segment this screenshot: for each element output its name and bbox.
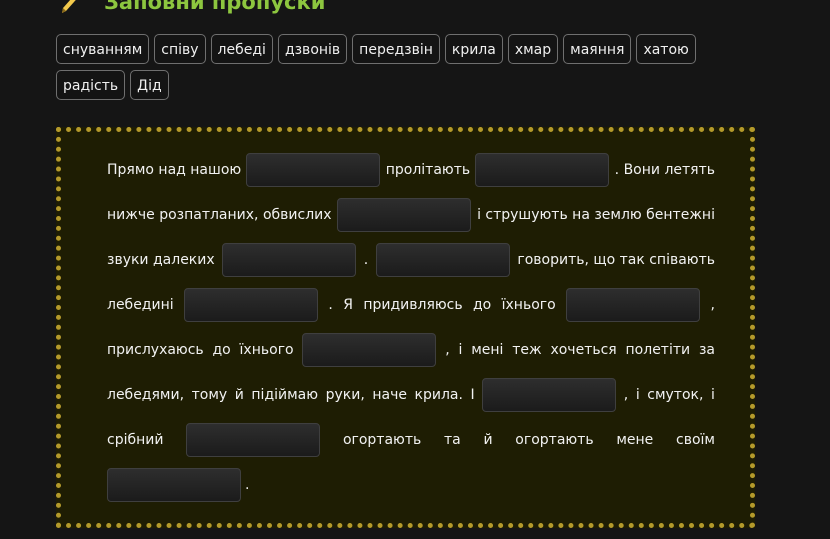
text-segment: нижче розпатланих, обвислих xyxy=(107,207,332,223)
text-segment: лебедями, xyxy=(107,387,185,403)
text-segment: наче xyxy=(372,387,407,403)
text-segment: їхнього xyxy=(501,297,556,313)
word-chip[interactable]: маяння xyxy=(563,34,632,64)
word-chip[interactable]: Дід xyxy=(130,70,169,100)
text-line: нижче розпатланих, обвислих і струшують … xyxy=(107,197,715,233)
text-segment: , xyxy=(623,387,629,403)
text-segment: огортають xyxy=(515,432,594,448)
text-segment: говорить, що так співають xyxy=(517,252,715,268)
blank-slot[interactable] xyxy=(107,468,241,502)
text-segment: і xyxy=(711,387,715,403)
text-segment: й xyxy=(234,387,244,403)
text-segment: смуток, xyxy=(647,387,704,403)
text-line: лебедині . Я придивляюсь до їхнього , xyxy=(107,287,715,323)
text-line: . xyxy=(107,467,715,503)
blank-slot[interactable] xyxy=(246,153,381,187)
text-segment: мені xyxy=(471,342,504,358)
text-segment: та xyxy=(443,432,461,448)
fill-in-text-area: Прямо над нашою пролітають . Вони летять… xyxy=(56,127,755,528)
word-bank-row: радість Дід xyxy=(56,70,776,100)
text-segment: і xyxy=(635,387,640,403)
text-segment: звуки далеких xyxy=(107,252,215,268)
text-segment: І xyxy=(470,387,475,403)
text-segment: . xyxy=(245,477,250,493)
text-segment: лебедині xyxy=(107,297,174,313)
blank-slot[interactable] xyxy=(482,378,617,412)
text-segment: . xyxy=(363,252,369,268)
text-segment: . Вони летять xyxy=(614,162,715,178)
word-bank: снуванням співу лебеді дзвонів передзвін… xyxy=(56,34,776,106)
text-segment: , xyxy=(710,297,715,313)
text-segment: їхнього xyxy=(239,342,294,358)
text-segment: огортають xyxy=(342,432,422,448)
blank-slot[interactable] xyxy=(566,288,701,322)
pencil-icon xyxy=(58,0,84,15)
blank-slot[interactable] xyxy=(375,243,510,277)
text-segment: теж xyxy=(512,342,542,358)
text-segment: полетіти xyxy=(625,342,691,358)
blank-slot[interactable] xyxy=(184,288,319,322)
blank-slot[interactable] xyxy=(186,423,321,457)
text-line: прислухаюсь до їхнього , і мені теж хоче… xyxy=(107,332,715,368)
text-segment: за xyxy=(698,342,715,358)
word-chip[interactable]: хмар xyxy=(507,34,559,64)
blank-slot[interactable] xyxy=(222,243,357,277)
text-segment: й xyxy=(483,432,493,448)
text-segment: хочеться xyxy=(550,342,617,358)
word-chip[interactable]: хатою xyxy=(636,34,696,64)
text-segment: прислухаюсь xyxy=(107,342,204,358)
word-chip[interactable]: радість xyxy=(56,70,126,100)
text-segment: срібний xyxy=(107,432,164,448)
text-segment: підіймаю xyxy=(251,387,319,403)
blank-slot[interactable] xyxy=(475,153,610,187)
text-segment: , xyxy=(445,342,450,358)
text-segment: і струшують на землю бентежні xyxy=(477,207,715,223)
text-segment: до xyxy=(472,297,492,313)
word-chip[interactable]: снуванням xyxy=(56,34,150,64)
blank-slot[interactable] xyxy=(337,198,472,232)
word-chip[interactable]: крила xyxy=(444,34,503,64)
text-line: звуки далеких . говорить, що так співают… xyxy=(107,242,715,278)
text-segment: . xyxy=(328,297,333,313)
word-chip[interactable]: передзвін xyxy=(352,34,440,64)
text-segment: пролітають xyxy=(385,162,471,178)
text-segment: і xyxy=(458,342,463,358)
text-segment: Прямо над нашою xyxy=(107,162,242,178)
word-chip[interactable]: співу xyxy=(154,34,206,64)
text-segment: крила. xyxy=(414,387,463,403)
word-chip[interactable]: дзвонів xyxy=(277,34,348,64)
blank-slot[interactable] xyxy=(302,333,437,367)
text-segment: руки, xyxy=(325,387,365,403)
text-line: срібний огортають та й огортають мене св… xyxy=(107,422,715,458)
text-segment: тому xyxy=(191,387,228,403)
text-line: лебедями, тому й підіймаю руки, наче кри… xyxy=(107,377,715,413)
text-segment: придивляюсь xyxy=(363,297,463,313)
text-segment: до xyxy=(212,342,231,358)
word-bank-row: снуванням співу лебеді дзвонів передзвін… xyxy=(56,34,776,64)
text-line: Прямо над нашою пролітають . Вони летять xyxy=(107,152,715,188)
text-segment: Я xyxy=(343,297,353,313)
text-segment: мене xyxy=(616,432,654,448)
text-segment: своїм xyxy=(676,432,715,448)
page-title: Заповни пропуски xyxy=(104,0,326,14)
word-chip[interactable]: лебеді xyxy=(210,34,273,64)
header: Заповни пропуски xyxy=(58,0,325,16)
